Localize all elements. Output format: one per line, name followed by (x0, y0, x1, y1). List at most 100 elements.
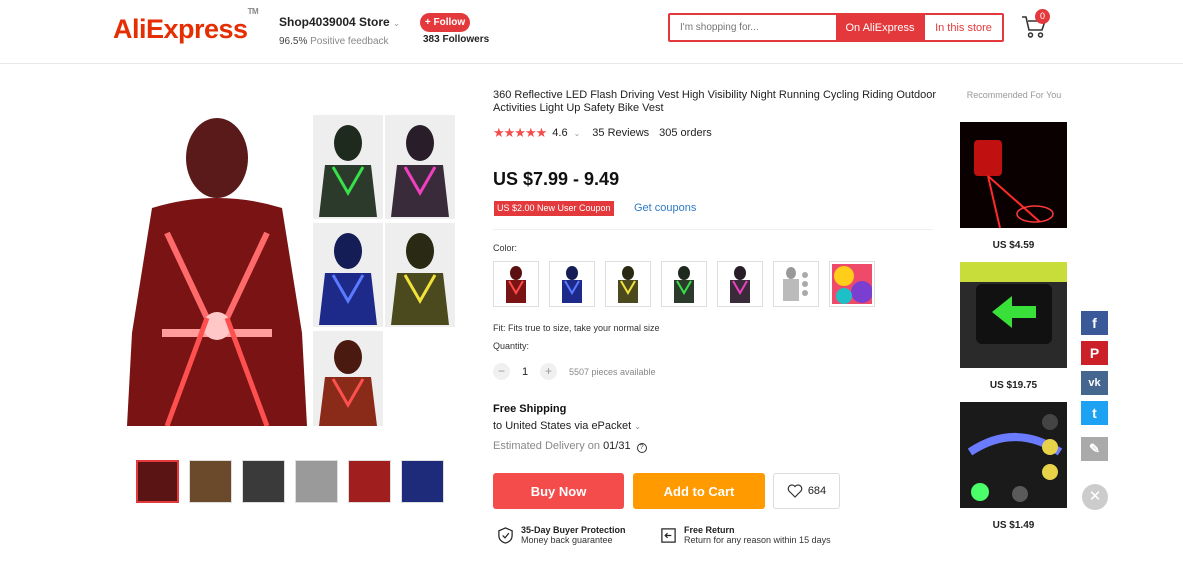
wishlist-count: 684 (807, 485, 827, 497)
trademark-icon: TM (247, 7, 259, 16)
delivery-date: 01/31 (603, 440, 631, 452)
chevron-down-icon: ⌄ (573, 128, 581, 138)
recommended-item[interactable]: US $19.75 (960, 262, 1067, 391)
followers-label: Followers (442, 34, 490, 45)
heart-icon (787, 484, 803, 498)
thumbnail-1[interactable] (136, 460, 179, 503)
color-swatch-rainbow[interactable] (829, 261, 875, 307)
add-to-cart-button[interactable]: Add to Cart (633, 473, 765, 509)
thumbnail-2[interactable] (189, 460, 232, 503)
quantity-label: Quantity: (493, 341, 530, 351)
recommended-price: US $19.75 (989, 380, 1038, 391)
twitter-share-icon[interactable]: t (1081, 401, 1108, 425)
vk-share-icon[interactable]: vk (1081, 371, 1108, 395)
recommended-title: Recommended For You (966, 90, 1062, 100)
thumbnail-5[interactable] (348, 460, 391, 503)
delivery-label: Estimated Delivery on (493, 440, 600, 452)
followers-count: 383 (423, 34, 440, 45)
guarantee-title: 35-Day Buyer Protection (521, 525, 626, 535)
color-swatch-red[interactable] (493, 261, 539, 307)
facebook-share-icon[interactable]: f (1081, 311, 1108, 335)
chevron-down-icon: ⌄ (634, 422, 641, 431)
shipping-title: Free Shipping (493, 403, 567, 415)
cart-count-badge: 0 (1035, 9, 1050, 24)
logo-text: AliExpress (113, 14, 248, 44)
vest-image (107, 113, 459, 427)
return-subtitle: Return for any reason within 15 days (684, 535, 831, 545)
follow-button[interactable]: + Follow (420, 13, 470, 32)
store-name-link[interactable]: Shop4039004 Store ⌄ (279, 15, 400, 29)
recommended-price: US $1.49 (992, 520, 1035, 531)
quantity-stepper: − 1 + 5507 pieces available (493, 363, 656, 380)
increase-quantity-button[interactable]: + (540, 363, 557, 380)
shipping-destination: to United States via ePacket (493, 420, 632, 432)
recommended-image (960, 262, 1067, 368)
vest-green-icon (674, 266, 694, 303)
free-return-text: Free Return Return for any reason within… (684, 525, 831, 545)
estimated-delivery: Estimated Delivery on 01/31 ? (493, 440, 647, 453)
recommended-image (960, 402, 1067, 508)
store-feedback: 96.5% Positive feedback (279, 36, 389, 47)
color-swatch-pink[interactable] (717, 261, 763, 307)
recommended-price: US $4.59 (992, 240, 1035, 251)
help-icon[interactable]: ? (636, 443, 647, 453)
wishlist-button[interactable]: 684 (773, 473, 840, 509)
star-rating-icon: ★★★★★ (493, 125, 547, 140)
cart-button[interactable]: 0 (1020, 9, 1050, 42)
vest-blue-icon (562, 266, 582, 303)
search-aliexpress-button[interactable]: On AliExpress (836, 15, 924, 40)
vest-multi-icon (783, 267, 808, 301)
buyer-protection-text: 35-Day Buyer Protection Money back guara… (521, 525, 626, 545)
image-thumbnails (136, 460, 444, 503)
free-return: Free Return Return for any reason within… (660, 525, 831, 545)
edit-icon[interactable]: ✎ (1081, 437, 1108, 461)
thumbnail-4[interactable] (295, 460, 338, 503)
quantity-value[interactable]: 1 (518, 366, 532, 378)
product-rating: ★★★★★ 4.6 ⌄ 35 Reviews 305 orders (493, 125, 712, 141)
buyer-protection: 35-Day Buyer Protection Money back guara… (497, 525, 626, 545)
header: AliExpressTM Shop4039004 Store ⌄ 96.5% Po… (0, 0, 1183, 64)
feedback-label: Positive feedback (310, 36, 389, 47)
rating-value[interactable]: 4.6 (552, 127, 567, 139)
recommended-item[interactable]: US $1.49 (960, 402, 1067, 531)
fit-info: Fit: Fits true to size, take your normal… (493, 323, 660, 333)
vest-yellow-icon (618, 266, 638, 303)
return-icon (661, 527, 676, 543)
search-store-button[interactable]: In this store (924, 15, 1002, 40)
color-swatch-blue[interactable] (549, 261, 595, 307)
search-input[interactable] (670, 15, 836, 40)
shipping-method-selector[interactable]: to United States via ePacket ⌄ (493, 420, 641, 432)
available-pieces: 5507 pieces available (569, 366, 656, 377)
guarantee-subtitle: Money back guarantee (521, 535, 613, 545)
shield-check-icon (498, 526, 513, 544)
orders-count: 305 orders (659, 127, 712, 139)
vest-red-icon (506, 266, 526, 303)
search-bar: On AliExpress In this store (668, 13, 1004, 42)
color-swatches (493, 261, 875, 307)
color-label: Color: (493, 243, 518, 253)
color-swatch-green[interactable] (661, 261, 707, 307)
get-coupons-link[interactable]: Get coupons (634, 202, 696, 214)
thumbnail-3[interactable] (242, 460, 285, 503)
aliexpress-logo[interactable]: AliExpressTM (113, 7, 259, 45)
reviews-link[interactable]: 35 Reviews (592, 127, 649, 139)
store-name: Shop4039004 Store (279, 15, 390, 29)
chevron-down-icon: ⌄ (392, 18, 401, 28)
thumbnail-6[interactable] (401, 460, 444, 503)
recommended-image (960, 122, 1067, 229)
product-price: US $7.99 - 9.49 (493, 169, 620, 189)
coupon-badge[interactable]: US $2.00 New User Coupon (494, 201, 614, 216)
buy-now-button[interactable]: Buy Now (493, 473, 624, 509)
product-title: 360 Reflective LED Flash Driving Vest Hi… (493, 89, 937, 114)
close-icon[interactable]: ✕ (1082, 484, 1108, 510)
vest-pink-icon (730, 266, 750, 303)
return-title: Free Return (684, 525, 735, 535)
followers: 383 Followers (423, 34, 489, 45)
rainbow-icon (832, 264, 872, 304)
pinterest-share-icon[interactable]: P (1081, 341, 1108, 365)
color-swatch-yellow[interactable] (605, 261, 651, 307)
recommended-item[interactable]: US $4.59 (960, 122, 1067, 251)
decrease-quantity-button[interactable]: − (493, 363, 510, 380)
main-product-image[interactable] (107, 113, 459, 427)
color-swatch-multi[interactable] (773, 261, 819, 307)
